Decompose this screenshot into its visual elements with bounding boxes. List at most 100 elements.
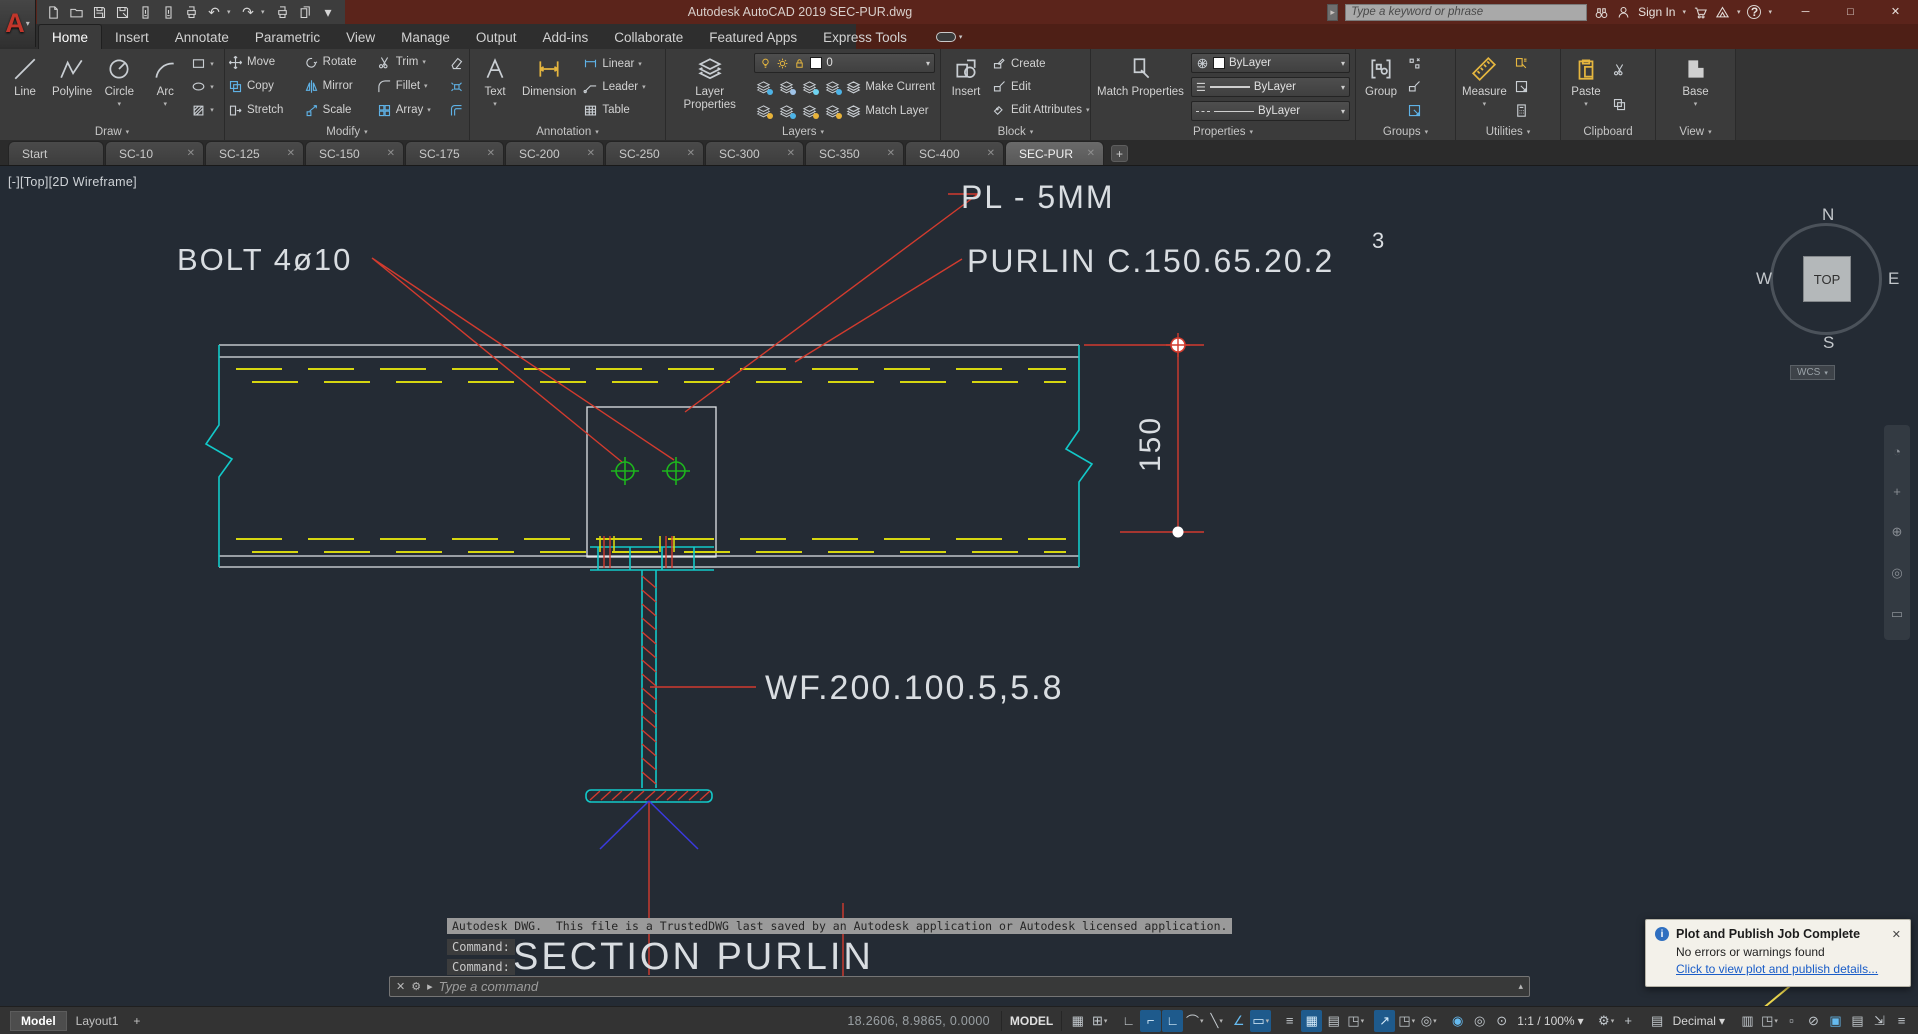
annotation-scale-icon[interactable]: ⊙ [1491,1010,1512,1032]
app-store-cart-icon[interactable] [1693,5,1708,20]
command-history-scroll-icon[interactable]: ▴ [1518,981,1523,992]
orbit-icon[interactable]: ◎ [1891,565,1902,581]
linear-dimension-button[interactable]: Linear▾ [583,53,645,75]
viewcube-east[interactable]: E [1888,269,1899,289]
group-button[interactable]: Group [1359,51,1403,123]
file-tab-close-icon[interactable]: ✕ [687,148,695,159]
model-space-tab[interactable]: Model [10,1011,67,1031]
create-block-button[interactable]: Create [992,53,1089,75]
ribbon-tab-collaborate[interactable]: Collaborate [601,24,696,49]
copy-button[interactable]: Copy [228,75,298,97]
file-tab-sc-350[interactable]: SC-350✕ [805,141,904,165]
workspace-switching[interactable]: ⚙▾ [1596,1010,1617,1032]
undo-icon-caret[interactable]: ▾ [227,8,235,16]
save-to-mobile-icon[interactable] [135,2,155,22]
base-caret-icon[interactable]: ▾ [1694,100,1698,108]
file-tab-sc-125[interactable]: SC-125✕ [205,141,304,165]
file-tab-start[interactable]: Start [8,141,104,165]
file-tab-sec-pur[interactable]: SEC-PUR✕ [1005,141,1104,165]
layer-dropdown[interactable]: 0 ▾ [754,53,935,73]
connect-cloud-button[interactable]: ▾ [930,24,969,49]
viewcube-north[interactable]: N [1822,205,1834,225]
viewcube-top-face[interactable]: TOP [1803,256,1851,302]
file-tab-close-icon[interactable]: ✕ [487,148,495,159]
ribbon-tab-manage[interactable]: Manage [388,24,463,49]
stretch-button[interactable]: Stretch [228,99,298,121]
gizmo-toggle[interactable]: ◎▾ [1418,1010,1439,1032]
qat-menu-icon[interactable]: ▾ [318,2,338,22]
notification-details-link[interactable]: Click to view plot and publish details..… [1676,962,1901,976]
zoom-icon[interactable]: ⊕ [1892,524,1903,540]
quick-select-button[interactable] [1514,53,1529,75]
ribbon-tab-home[interactable]: Home [38,24,102,49]
layout1-tab[interactable]: Layout1 [67,1012,128,1030]
match-layer-button[interactable]: Match Layer [846,100,928,122]
panel-label-draw[interactable]: Draw▾ [0,123,224,140]
layer-on-tool[interactable] [754,103,773,120]
erase-button[interactable] [449,53,464,75]
text-caret-icon[interactable]: ▾ [493,100,497,108]
redo-icon-caret[interactable]: ▾ [261,8,269,16]
fillet-button[interactable]: Fillet▾ [377,75,445,97]
file-tab-sc-200[interactable]: SC-200✕ [505,141,604,165]
file-tab-sc-300[interactable]: SC-300✕ [705,141,804,165]
3d-object-snap-toggle[interactable]: ◳▾ [1345,1010,1366,1032]
layer-off-tool[interactable] [754,79,773,96]
insert-block-button[interactable]: Insert [944,51,988,123]
offset-button[interactable] [449,99,464,121]
lineweight-caret-icon[interactable]: ▾ [1341,83,1345,92]
layer-isolate-tool[interactable] [777,79,796,96]
layer-freeze-tool[interactable] [800,79,819,96]
move-button[interactable]: Move [228,51,298,73]
autoscale-toggle[interactable]: ◎ [1469,1010,1490,1032]
minimize-button[interactable]: ─ [1783,0,1828,23]
redo-icon[interactable]: ↷ [238,2,258,22]
plot-preview-icon[interactable] [295,2,315,22]
quick-calculator-button[interactable] [1514,99,1529,121]
ribbon-tab-output[interactable]: Output [463,24,530,49]
mirror-button[interactable]: Mirror [304,75,371,97]
dynamic-input-toggle[interactable]: ⌐ [1140,1010,1161,1032]
file-tab-sc-250[interactable]: SC-250✕ [605,141,704,165]
infer-constraints-toggle[interactable]: ∟ [1118,1010,1139,1032]
lineweight-dropdown[interactable]: ☰ ByLayer ▾ [1191,77,1350,97]
annotation-visibility-toggle[interactable]: ◉ [1447,1010,1468,1032]
panel-label-groups[interactable]: Groups▾ [1356,123,1455,140]
isolate-objects[interactable]: ▫ [1781,1010,1802,1032]
batch-plot-icon[interactable] [272,2,292,22]
ribbon-tab-insert[interactable]: Insert [102,24,162,49]
base-view-button[interactable]: Base ▾ [1674,51,1718,123]
select-similar-button[interactable] [1514,76,1529,98]
lineweight-display-toggle[interactable]: ≡ [1279,1010,1300,1032]
circle-button[interactable]: Circle ▾ [97,51,141,123]
file-tab-close-icon[interactable]: ✕ [387,148,395,159]
panel-label-view[interactable]: View▾ [1656,123,1735,140]
command-input[interactable] [439,979,1513,994]
file-tab-close-icon[interactable]: ✕ [787,148,795,159]
object-snap-tracking-toggle[interactable]: ∠ [1228,1010,1249,1032]
selection-cycling-toggle[interactable]: ▤ [1323,1010,1344,1032]
help-caret-icon[interactable]: ▾ [1768,8,1772,16]
dimension-button[interactable]: Dimension [519,51,579,123]
file-tab-close-icon[interactable]: ✕ [887,148,895,159]
grid-display-toggle[interactable]: ▦ [1067,1010,1088,1032]
ortho-mode-toggle[interactable]: ∟ [1162,1010,1183,1032]
tray-settings[interactable]: ▤ [1847,1010,1868,1032]
plot-tray-icon[interactable]: ▣ [1825,1010,1846,1032]
help-search-input[interactable] [1345,4,1587,21]
arc-button[interactable]: Arc ▾ [143,51,187,123]
dynamic-ucs-toggle[interactable]: ↗ [1374,1010,1395,1032]
transparency-toggle[interactable]: ▦ [1301,1010,1322,1032]
rotate-button[interactable]: Rotate [304,51,371,73]
restore-button[interactable]: □ [1828,0,1873,23]
model-badge[interactable]: MODEL [1001,1011,1062,1031]
graphics-performance[interactable]: ⊘ [1803,1010,1824,1032]
sign-in-caret-icon[interactable]: ▾ [1682,8,1686,16]
edit-block-button[interactable]: Edit [992,76,1089,98]
plot-icon[interactable] [181,2,201,22]
panel-label-properties[interactable]: Properties▾ [1091,123,1355,140]
paste-button[interactable]: Paste ▾ [1564,51,1608,123]
hatch-button[interactable]: ▾ [191,99,214,121]
units-value[interactable]: Decimal▾ [1669,1014,1729,1028]
edit-attributes-button[interactable]: Edit Attributes▾ [992,99,1089,121]
